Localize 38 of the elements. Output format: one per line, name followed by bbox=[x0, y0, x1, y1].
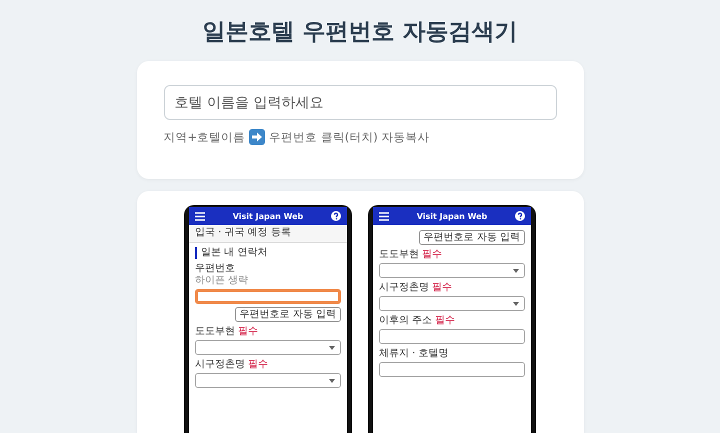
required-mark: 필수 bbox=[422, 249, 442, 261]
caret-icon bbox=[329, 379, 335, 383]
help-icon[interactable] bbox=[514, 211, 525, 221]
dropdown-field[interactable] bbox=[195, 340, 341, 355]
caret-icon bbox=[329, 346, 335, 350]
field-label: 시구정촌명 bbox=[195, 359, 245, 371]
dropdown-field[interactable] bbox=[379, 263, 525, 278]
required-mark: 필수 bbox=[238, 326, 258, 338]
search-field[interactable]: 호텔 이름을 입력하세요 bbox=[164, 85, 556, 120]
required-mark: 필수 bbox=[435, 315, 456, 327]
menu-icon[interactable] bbox=[195, 212, 205, 220]
input-field[interactable] bbox=[379, 329, 525, 344]
field-label: 이후의 주소 bbox=[379, 315, 432, 327]
field-label: 도도부현 bbox=[195, 326, 235, 338]
hint-text: 우편번호 클릭(터치) 자동복사 bbox=[269, 130, 430, 144]
caret-icon bbox=[513, 302, 519, 306]
page-title: 일본호텔 우편번호 자동검색기 bbox=[202, 18, 518, 47]
autofill-button[interactable]: 우편번호로 자동 입력 bbox=[234, 307, 341, 322]
field-hint: 하이픈 생략 bbox=[195, 275, 250, 287]
dropdown-field[interactable] bbox=[195, 373, 341, 388]
field-label: 체류지 · 호텔명 bbox=[379, 348, 449, 360]
required-mark: 필수 bbox=[432, 282, 452, 294]
menu-icon[interactable] bbox=[379, 212, 389, 220]
field-label: 우편번호 bbox=[195, 263, 235, 275]
form-title: 입국 · 귀국 예정 등록 bbox=[189, 225, 347, 243]
section-heading: 일본 내 연락처 bbox=[195, 247, 341, 259]
app-title: Visit Japan Web bbox=[232, 212, 304, 220]
app-title: Visit Japan Web bbox=[416, 212, 488, 220]
input-field[interactable] bbox=[379, 362, 525, 377]
dropdown-field[interactable] bbox=[379, 296, 525, 311]
field-label: 도도부현 bbox=[379, 249, 419, 261]
caret-icon bbox=[513, 269, 519, 273]
hint-text: 지역+호텔이름 bbox=[164, 130, 246, 144]
field-label: 시구정촌명 bbox=[379, 282, 429, 294]
required-mark: 필수 bbox=[248, 359, 268, 371]
help-icon[interactable] bbox=[330, 211, 341, 221]
autofill-button[interactable]: 우편번호로 자동 입력 bbox=[418, 230, 525, 245]
input-field[interactable] bbox=[195, 289, 341, 304]
